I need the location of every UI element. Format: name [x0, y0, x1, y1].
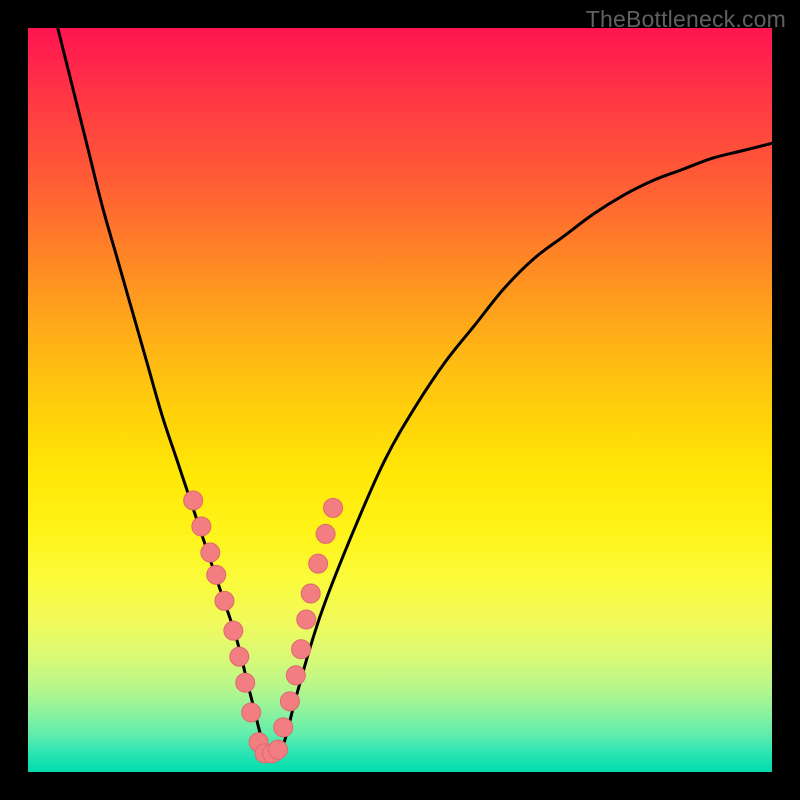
chart-svg [28, 28, 772, 772]
data-marker [230, 647, 249, 666]
data-marker [184, 491, 203, 510]
data-marker [324, 498, 343, 517]
data-marker [268, 740, 287, 759]
plot-area [28, 28, 772, 772]
data-marker [274, 718, 293, 737]
data-marker [286, 666, 305, 685]
data-marker [224, 621, 243, 640]
data-marker [201, 543, 220, 562]
bottleneck-curve [58, 28, 772, 757]
data-marker [309, 554, 328, 573]
data-marker [215, 591, 234, 610]
data-marker [297, 610, 316, 629]
data-marker [207, 565, 226, 584]
data-marker [236, 673, 255, 692]
data-marker [280, 692, 299, 711]
data-marker [292, 640, 311, 659]
data-marker [242, 703, 261, 722]
data-marker [301, 584, 320, 603]
chart-frame: TheBottleneck.com [0, 0, 800, 800]
data-marker [192, 517, 211, 536]
data-marker [316, 524, 335, 543]
